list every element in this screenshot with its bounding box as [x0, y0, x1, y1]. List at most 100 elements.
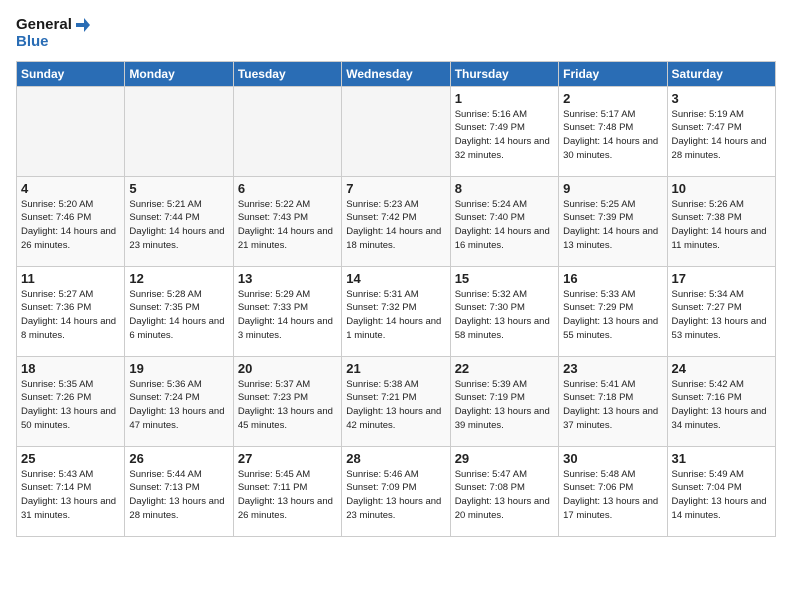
day-info: Sunrise: 5:21 AMSunset: 7:44 PMDaylight:… [129, 198, 228, 253]
day-info: Sunrise: 5:31 AMSunset: 7:32 PMDaylight:… [346, 288, 445, 343]
calendar-cell: 23Sunrise: 5:41 AMSunset: 7:18 PMDayligh… [559, 356, 667, 446]
day-number: 19 [129, 361, 228, 376]
calendar-cell: 15Sunrise: 5:32 AMSunset: 7:30 PMDayligh… [450, 266, 558, 356]
day-info: Sunrise: 5:41 AMSunset: 7:18 PMDaylight:… [563, 378, 662, 433]
calendar-cell: 2 Sunrise: 5:17 AMSunset: 7:48 PMDaylight… [559, 86, 667, 176]
day-number: 2 [563, 91, 662, 106]
day-number: 14 [346, 271, 445, 286]
day-info: Sunrise: 5:25 AMSunset: 7:39 PMDaylight:… [563, 198, 662, 253]
day-number: 7 [346, 181, 445, 196]
header: General Blue [16, 16, 776, 51]
calendar-cell: 6 Sunrise: 5:22 AMSunset: 7:43 PMDaylight… [233, 176, 341, 266]
weekday-header-monday: Monday [125, 61, 233, 86]
day-number: 6 [238, 181, 337, 196]
day-number: 27 [238, 451, 337, 466]
day-number: 8 [455, 181, 554, 196]
day-number: 18 [21, 361, 120, 376]
calendar-cell: 27Sunrise: 5:45 AMSunset: 7:11 PMDayligh… [233, 446, 341, 536]
calendar-cell: 11 Sunrise: 5:27 AMSunset: 7:36 PMDayligh… [17, 266, 125, 356]
day-number: 15 [455, 271, 554, 286]
day-number: 22 [455, 361, 554, 376]
day-info: Sunrise: 5:20 AMSunset: 7:46 PMDaylight:… [21, 198, 120, 253]
day-info: Sunrise: 5:22 AMSunset: 7:43 PMDaylight:… [238, 198, 337, 253]
weekday-header-tuesday: Tuesday [233, 61, 341, 86]
calendar-cell: 4Sunrise: 5:20 AMSunset: 7:46 PMDaylight… [17, 176, 125, 266]
calendar-cell: 7 Sunrise: 5:23 AMSunset: 7:42 PMDaylight… [342, 176, 450, 266]
day-info: Sunrise: 5:17 AMSunset: 7:48 PMDaylight:… [563, 108, 662, 163]
calendar-cell: 29 Sunrise: 5:47 AMSunset: 7:08 PMDayligh… [450, 446, 558, 536]
day-number: 5 [129, 181, 228, 196]
day-info: Sunrise: 5:23 AMSunset: 7:42 PMDaylight:… [346, 198, 445, 253]
calendar-week-1: 1 Sunrise: 5:16 AMSunset: 7:49 PMDaylight… [17, 86, 776, 176]
calendar-cell: 20 Sunrise: 5:37 AMSunset: 7:23 PMDayligh… [233, 356, 341, 446]
calendar-week-3: 11 Sunrise: 5:27 AMSunset: 7:36 PMDayligh… [17, 266, 776, 356]
day-info: Sunrise: 5:43 AMSunset: 7:14 PMDaylight:… [21, 468, 120, 523]
day-info: Sunrise: 5:34 AMSunset: 7:27 PMDaylight:… [672, 288, 771, 343]
day-number: 3 [672, 91, 771, 106]
calendar-cell: 30Sunrise: 5:48 AMSunset: 7:06 PMDayligh… [559, 446, 667, 536]
day-number: 13 [238, 271, 337, 286]
calendar-cell: 26 Sunrise: 5:44 AMSunset: 7:13 PMDayligh… [125, 446, 233, 536]
calendar-cell: 13Sunrise: 5:29 AMSunset: 7:33 PMDayligh… [233, 266, 341, 356]
day-info: Sunrise: 5:35 AMSunset: 7:26 PMDaylight:… [21, 378, 120, 433]
day-number: 17 [672, 271, 771, 286]
day-number: 20 [238, 361, 337, 376]
day-number: 25 [21, 451, 120, 466]
calendar-cell: 1 Sunrise: 5:16 AMSunset: 7:49 PMDaylight… [450, 86, 558, 176]
calendar-cell [233, 86, 341, 176]
calendar-cell: 24 Sunrise: 5:42 AMSunset: 7:16 PMDayligh… [667, 356, 775, 446]
day-number: 31 [672, 451, 771, 466]
weekday-header-row: SundayMondayTuesdayWednesdayThursdayFrid… [17, 61, 776, 86]
calendar-table: SundayMondayTuesdayWednesdayThursdayFrid… [16, 61, 776, 537]
day-info: Sunrise: 5:44 AMSunset: 7:13 PMDaylight:… [129, 468, 228, 523]
day-info: Sunrise: 5:47 AMSunset: 7:08 PMDaylight:… [455, 468, 554, 523]
day-number: 16 [563, 271, 662, 286]
calendar-cell: 17 Sunrise: 5:34 AMSunset: 7:27 PMDayligh… [667, 266, 775, 356]
day-info: Sunrise: 5:24 AMSunset: 7:40 PMDaylight:… [455, 198, 554, 253]
day-number: 29 [455, 451, 554, 466]
calendar-cell: 10Sunrise: 5:26 AMSunset: 7:38 PMDayligh… [667, 176, 775, 266]
calendar-cell: 28 Sunrise: 5:46 AMSunset: 7:09 PMDayligh… [342, 446, 450, 536]
day-number: 9 [563, 181, 662, 196]
day-info: Sunrise: 5:27 AMSunset: 7:36 PMDaylight:… [21, 288, 120, 343]
calendar-cell: 14 Sunrise: 5:31 AMSunset: 7:32 PMDayligh… [342, 266, 450, 356]
day-info: Sunrise: 5:19 AMSunset: 7:47 PMDaylight:… [672, 108, 771, 163]
calendar-cell: 19Sunrise: 5:36 AMSunset: 7:24 PMDayligh… [125, 356, 233, 446]
day-info: Sunrise: 5:49 AMSunset: 7:04 PMDaylight:… [672, 468, 771, 523]
day-number: 26 [129, 451, 228, 466]
calendar-cell: 18 Sunrise: 5:35 AMSunset: 7:26 PMDayligh… [17, 356, 125, 446]
calendar-cell: 22 Sunrise: 5:39 AMSunset: 7:19 PMDayligh… [450, 356, 558, 446]
logo-arrow-icon [74, 16, 92, 34]
calendar-cell: 16 Sunrise: 5:33 AMSunset: 7:29 PMDayligh… [559, 266, 667, 356]
weekday-header-sunday: Sunday [17, 61, 125, 86]
day-info: Sunrise: 5:39 AMSunset: 7:19 PMDaylight:… [455, 378, 554, 433]
day-number: 28 [346, 451, 445, 466]
calendar-cell: 3 Sunrise: 5:19 AMSunset: 7:47 PMDaylight… [667, 86, 775, 176]
day-info: Sunrise: 5:46 AMSunset: 7:09 PMDaylight:… [346, 468, 445, 523]
day-info: Sunrise: 5:42 AMSunset: 7:16 PMDaylight:… [672, 378, 771, 433]
logo-text-general: General [16, 17, 72, 34]
day-number: 1 [455, 91, 554, 106]
weekday-header-thursday: Thursday [450, 61, 558, 86]
logo-text-blue: Blue [16, 34, 92, 51]
calendar-week-5: 25 Sunrise: 5:43 AMSunset: 7:14 PMDayligh… [17, 446, 776, 536]
calendar-cell: 21Sunrise: 5:38 AMSunset: 7:21 PMDayligh… [342, 356, 450, 446]
calendar-cell [125, 86, 233, 176]
weekday-header-wednesday: Wednesday [342, 61, 450, 86]
day-number: 12 [129, 271, 228, 286]
day-number: 24 [672, 361, 771, 376]
weekday-header-saturday: Saturday [667, 61, 775, 86]
day-info: Sunrise: 5:33 AMSunset: 7:29 PMDaylight:… [563, 288, 662, 343]
calendar-week-4: 18 Sunrise: 5:35 AMSunset: 7:26 PMDayligh… [17, 356, 776, 446]
weekday-header-friday: Friday [559, 61, 667, 86]
day-number: 11 [21, 271, 120, 286]
day-number: 21 [346, 361, 445, 376]
calendar-cell [17, 86, 125, 176]
calendar-week-2: 4Sunrise: 5:20 AMSunset: 7:46 PMDaylight… [17, 176, 776, 266]
day-info: Sunrise: 5:16 AMSunset: 7:49 PMDaylight:… [455, 108, 554, 163]
calendar-cell: 25 Sunrise: 5:43 AMSunset: 7:14 PMDayligh… [17, 446, 125, 536]
calendar-cell: 31 Sunrise: 5:49 AMSunset: 7:04 PMDayligh… [667, 446, 775, 536]
calendar-cell [342, 86, 450, 176]
day-info: Sunrise: 5:37 AMSunset: 7:23 PMDaylight:… [238, 378, 337, 433]
logo: General Blue [16, 16, 92, 51]
